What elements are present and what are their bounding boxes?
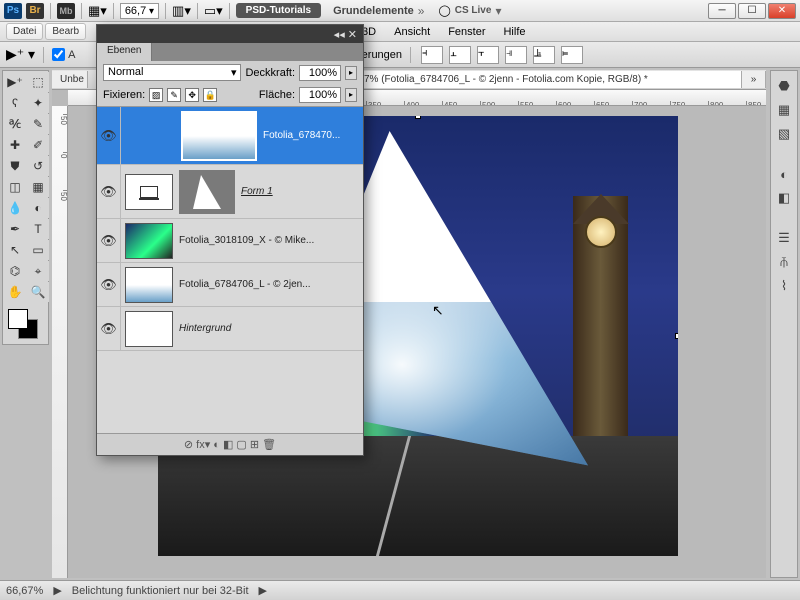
stamp-tool-icon[interactable]: ⛊: [4, 156, 26, 176]
status-message: Belichtung funktioniert nur bei 32-Bit: [72, 585, 249, 597]
opacity-spinner[interactable]: ▸: [345, 66, 357, 80]
maximize-button[interactable]: ☐: [738, 3, 766, 19]
minimize-button[interactable]: ─: [708, 3, 736, 19]
styles-panel-icon[interactable]: ▧: [775, 125, 793, 143]
fill-label: Fläche:: [259, 89, 295, 101]
fill-input[interactable]: 100%: [299, 87, 341, 103]
doc-tabs-more-icon[interactable]: »: [742, 71, 766, 88]
cslive-button[interactable]: CS Live: [455, 5, 492, 16]
psd-tutorials-button[interactable]: PSD-Tutorials: [236, 3, 321, 18]
layers-panel-header[interactable]: ◂◂ ✕: [97, 25, 363, 43]
path-select-icon[interactable]: ↖: [4, 240, 26, 260]
menu-hilfe[interactable]: Hilfe: [495, 26, 533, 38]
workspace-label[interactable]: Grundelemente: [333, 5, 414, 17]
move-tool-preset-icon[interactable]: ▶⁺ ▾: [6, 46, 35, 63]
hand-tool-icon[interactable]: ✋: [4, 282, 26, 302]
visibility-icon[interactable]: 👁: [97, 307, 121, 350]
crop-tool-icon[interactable]: ℀: [4, 114, 26, 134]
view-extras-icon[interactable]: ▥▾: [172, 3, 191, 19]
zoom-tool-icon[interactable]: 🔍: [27, 282, 49, 302]
lock-all-icon[interactable]: 🔒: [203, 88, 217, 102]
transform-handle[interactable]: [415, 116, 421, 119]
history-brush-icon[interactable]: ↺: [27, 156, 49, 176]
pen-tool-icon[interactable]: ✒: [4, 219, 26, 239]
masks-panel-icon[interactable]: ◧: [775, 189, 793, 207]
menu-fenster[interactable]: Fenster: [440, 26, 493, 38]
screen-mode-icon[interactable]: ▦▾: [88, 3, 107, 19]
lock-pixels-icon[interactable]: ✎: [167, 88, 181, 102]
3d-tool-icon[interactable]: ⌬: [4, 261, 26, 281]
status-bar: 66,67% ▶ Belichtung funktioniert nur bei…: [0, 580, 800, 600]
magic-wand-icon[interactable]: ✦: [27, 93, 49, 113]
vector-mask-thumb[interactable]: [179, 170, 235, 214]
status-zoom[interactable]: 66,67%: [6, 585, 43, 597]
lock-transparency-icon[interactable]: ▨: [149, 88, 163, 102]
align-buttons[interactable]: ⫞⫠⫟ ⫣⫡⫢: [419, 46, 585, 64]
blend-mode-combo[interactable]: Normal▾: [103, 64, 241, 81]
dodge-tool-icon[interactable]: ◐: [27, 198, 49, 218]
layers-tab[interactable]: Ebenen: [97, 43, 152, 61]
layer-item[interactable]: 👁 Form 1: [97, 165, 363, 219]
layer-item[interactable]: 👁 Fotolia_3018109_X - © Mike...: [97, 219, 363, 263]
workspace-more-icon[interactable]: »: [418, 4, 425, 18]
bigben-illustration: [573, 196, 628, 456]
opacity-input[interactable]: 100%: [299, 65, 341, 81]
heal-tool-icon[interactable]: ✚: [4, 135, 26, 155]
ruler-vertical[interactable]: 50050: [52, 106, 68, 578]
opacity-label: Deckkraft:: [245, 67, 295, 79]
vector-fill-thumb[interactable]: [125, 174, 173, 210]
layers-panel-icon[interactable]: ☰: [775, 229, 793, 247]
toolbox: ▶⁺⬚ ʕ✦ ℀✎ ✚✐ ⛊↺ ◫▦ 💧◐ ✒T ↖▭ ⌬⌖ ✋🔍: [2, 70, 49, 345]
transform-handle[interactable]: [675, 333, 678, 339]
doc-tab-2[interactable]: 7% (Fotolia_6784706_L - © 2jenn - Fotoli…: [356, 71, 742, 88]
doc-tab-1[interactable]: Unbe: [52, 71, 88, 88]
app-titlebar: Ps Br Mb ▦▾ 66,7 ▾ ▥▾ ▭▾ PSD-Tutorials G…: [0, 0, 800, 22]
auto-select-checkbox[interactable]: A: [52, 48, 75, 61]
layer-item[interactable]: 👁 Fotolia_6784706_L - © 2jen...: [97, 263, 363, 307]
visibility-icon[interactable]: 👁: [97, 165, 121, 218]
color-panel-icon[interactable]: ⬣: [775, 77, 793, 95]
right-dock: ⬣ ▦ ▧ ◐ ◧ ☰ ⫚ ⌇: [770, 70, 798, 578]
bridge-icon[interactable]: Br: [26, 3, 44, 19]
visibility-icon[interactable]: 👁: [97, 263, 121, 306]
type-tool-icon[interactable]: T: [27, 219, 49, 239]
ps-logo-icon: Ps: [4, 3, 22, 19]
shape-tool-icon[interactable]: ▭: [27, 240, 49, 260]
3d-cam-icon[interactable]: ⌖: [27, 261, 49, 281]
layer-item[interactable]: 👁 Fotolia_678470...: [97, 107, 363, 165]
close-button[interactable]: ✕: [768, 3, 796, 19]
menu-bearbeiten[interactable]: Bearb: [45, 23, 86, 40]
panel-collapse-icon[interactable]: ◂◂ ✕: [334, 28, 357, 41]
layers-list: 👁 Fotolia_678470... 👁 Form 1 👁 Fotolia_3…: [97, 106, 363, 433]
marquee-tool-icon[interactable]: ⬚: [27, 72, 49, 92]
visibility-icon[interactable]: 👁: [97, 219, 121, 262]
color-swatches[interactable]: [4, 307, 49, 343]
menu-datei[interactable]: Datei: [6, 23, 43, 40]
layer-item[interactable]: 👁 Hintergrund: [97, 307, 363, 351]
arrange-icon[interactable]: ▭▾: [204, 3, 223, 19]
gradient-tool-icon[interactable]: ▦: [27, 177, 49, 197]
menu-ansicht[interactable]: Ansicht: [386, 26, 438, 38]
lasso-tool-icon[interactable]: ʕ: [4, 93, 26, 113]
layers-panel[interactable]: ◂◂ ✕ Ebenen Normal▾ Deckkraft: 100% ▸ Fi…: [96, 24, 364, 456]
move-tool-icon[interactable]: ▶⁺: [4, 72, 26, 92]
fill-spinner[interactable]: ▸: [345, 88, 357, 102]
swatches-panel-icon[interactable]: ▦: [775, 101, 793, 119]
zoom-combo[interactable]: 66,7 ▾: [120, 3, 159, 19]
adjust-panel-icon[interactable]: ◐: [775, 165, 793, 183]
lock-position-icon[interactable]: ✥: [185, 88, 199, 102]
layers-footer[interactable]: ⊘ fx▾ ◐ ◧ ▢ ⊞ 🗑: [97, 433, 363, 455]
eyedropper-icon[interactable]: ✎: [27, 114, 49, 134]
channels-panel-icon[interactable]: ⫚: [775, 253, 793, 271]
lock-label: Fixieren:: [103, 89, 145, 101]
visibility-icon[interactable]: 👁: [97, 107, 121, 164]
blur-tool-icon[interactable]: 💧: [4, 198, 26, 218]
brush-tool-icon[interactable]: ✐: [27, 135, 49, 155]
minibridge-icon[interactable]: Mb: [57, 3, 75, 19]
eraser-tool-icon[interactable]: ◫: [4, 177, 26, 197]
paths-panel-icon[interactable]: ⌇: [775, 277, 793, 295]
